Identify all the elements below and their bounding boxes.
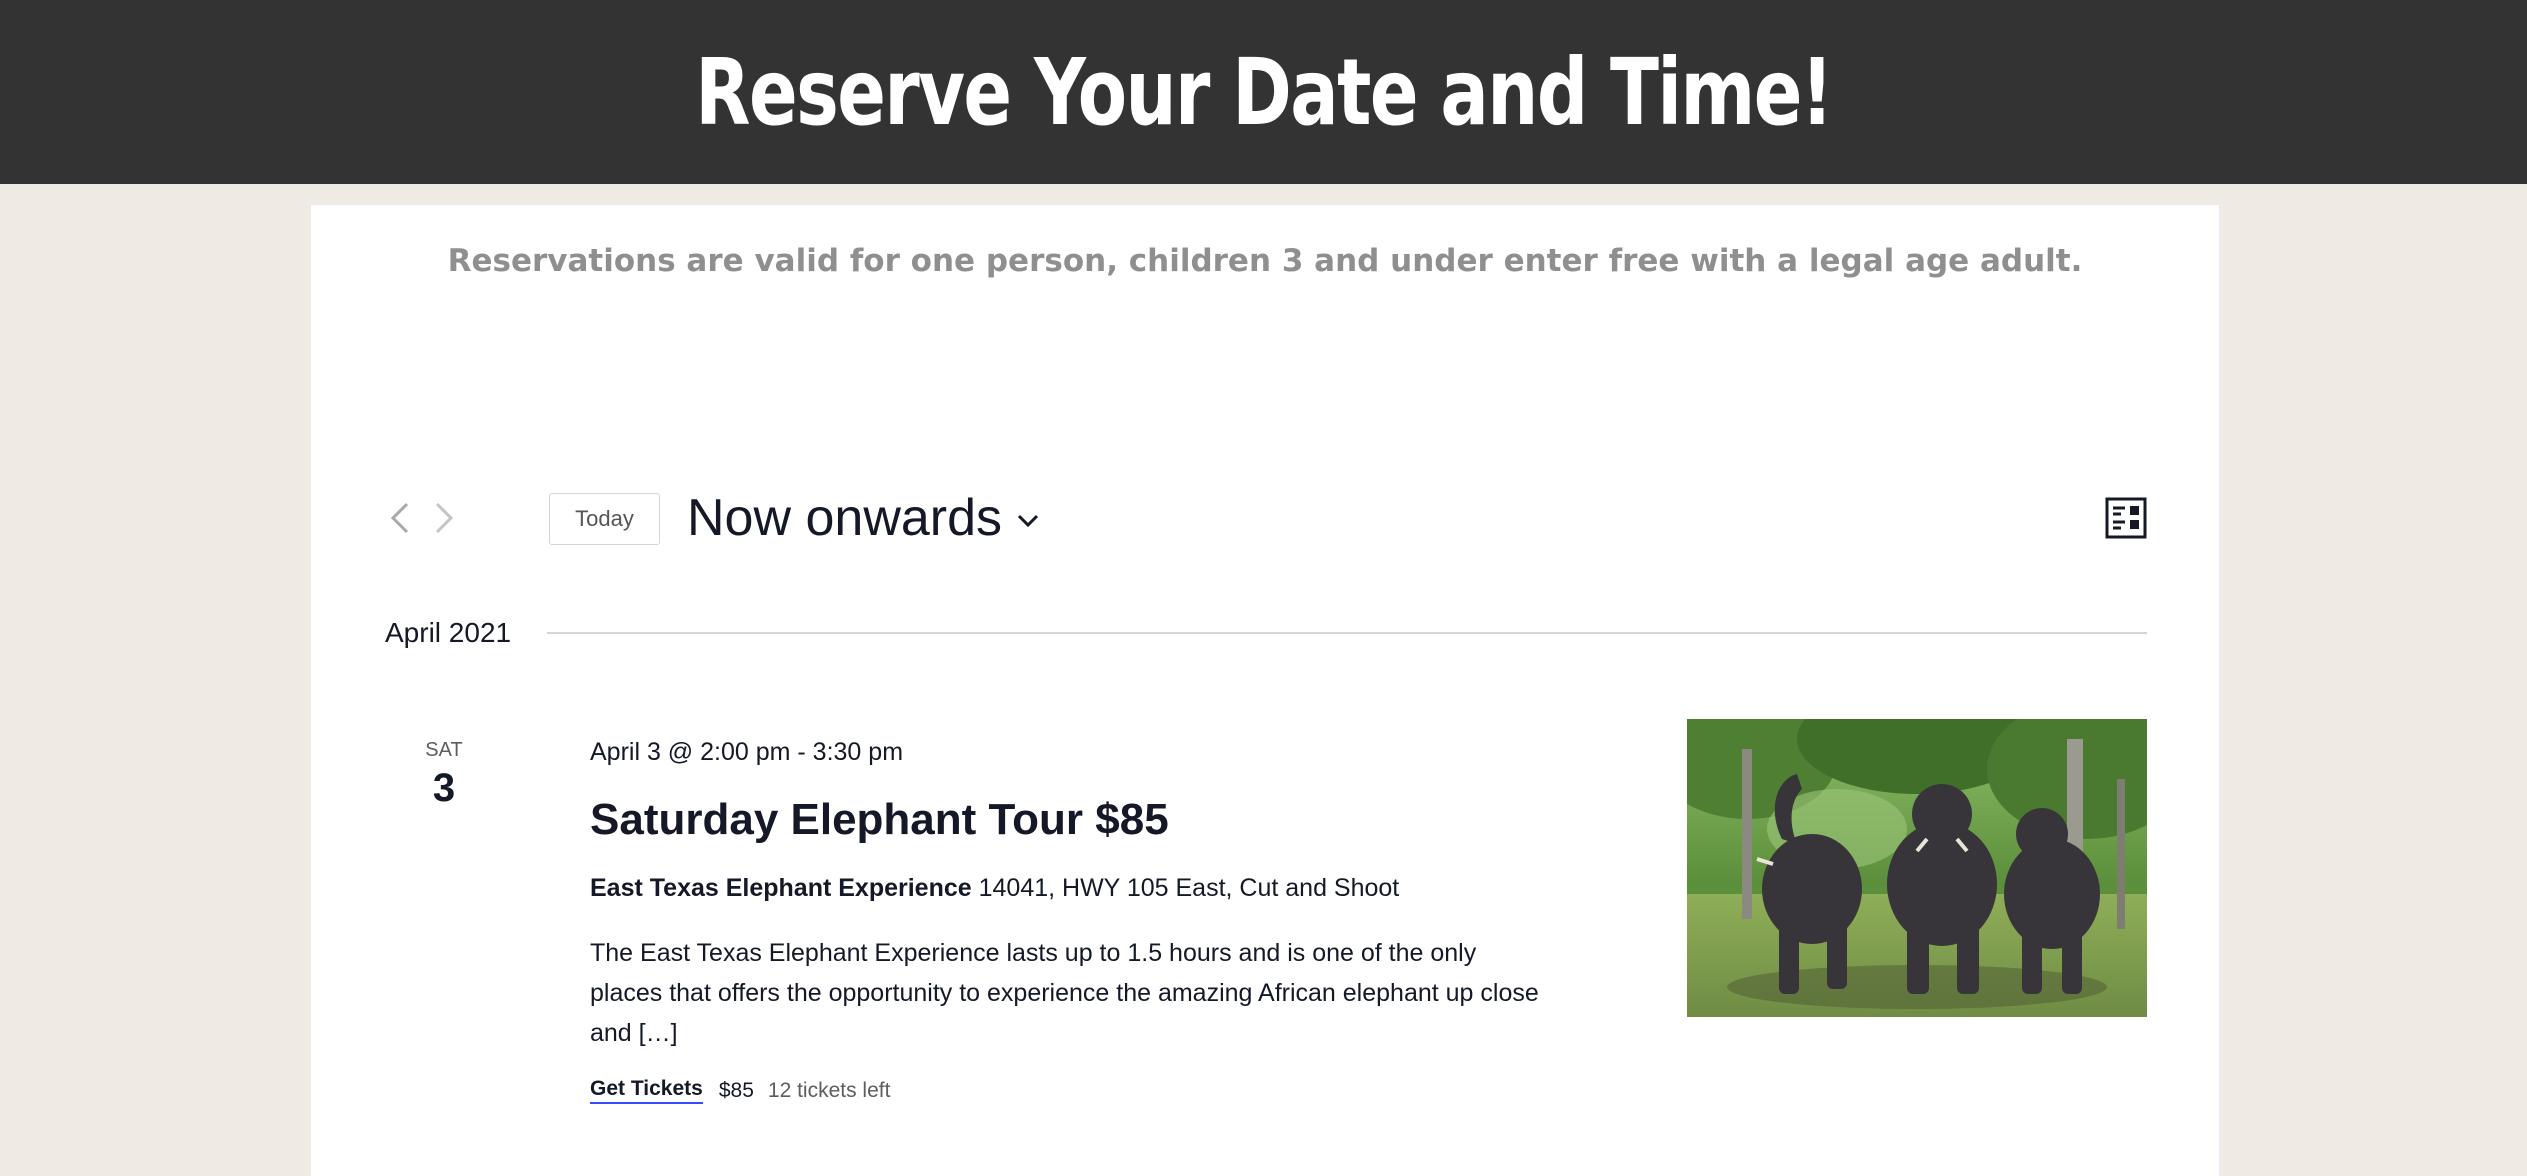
event-featured-image[interactable] xyxy=(1687,719,2147,1017)
event-day: 3 xyxy=(432,766,456,810)
event-date-tag: Sat 3 xyxy=(385,739,503,811)
calendar-toolbar: Today Now onwards xyxy=(383,485,2147,551)
events-card: Reservations are valid for one person, c… xyxy=(311,205,2219,1176)
event-details: April 3 @ 2:00 pm - 3:30 pm Saturday Ele… xyxy=(590,735,1550,1104)
page-title: Reserve Your Date and Time! xyxy=(695,38,1833,146)
month-divider xyxy=(547,632,2147,634)
page-header: Reserve Your Date and Time! xyxy=(0,0,2527,184)
today-button[interactable]: Today xyxy=(549,493,660,545)
ticket-price: $85 xyxy=(718,1078,754,1102)
event-datetime: April 3 @ 2:00 pm - 3:30 pm xyxy=(590,738,904,766)
get-tickets-link[interactable]: Get Tickets xyxy=(590,1077,703,1104)
view-selector-button[interactable] xyxy=(2105,497,2147,539)
tickets-remaining: 12 tickets left xyxy=(767,1078,891,1102)
date-range-label: Now onwards xyxy=(687,489,1003,547)
venue-name: East Texas Elephant Experience xyxy=(590,874,972,902)
previous-button[interactable] xyxy=(383,501,417,535)
elephants-photo xyxy=(1687,719,2147,1017)
event-weekday: Sat xyxy=(425,739,463,761)
chevron-left-icon xyxy=(390,502,409,534)
date-range-picker[interactable]: Now onwards xyxy=(687,485,1040,551)
month-label: April 2021 xyxy=(385,617,512,648)
event-description: The East Texas Elephant Experience lasts… xyxy=(590,939,1539,1047)
event-tickets: Get Tickets $85 12 tickets left xyxy=(590,1077,1550,1104)
month-separator: April 2021 xyxy=(385,613,2147,653)
event-title-link[interactable]: Saturday Elephant Tour $85 xyxy=(590,793,1550,847)
chevron-right-icon xyxy=(435,502,454,534)
event-item: Sat 3 April 3 @ 2:00 pm - 3:30 pm Saturd… xyxy=(385,719,2147,1139)
reservation-notice: Reservations are valid for one person, c… xyxy=(447,243,2083,279)
chevron-down-icon xyxy=(1017,514,1039,528)
venue-address: 14041, HWY 105 East, Cut and Shoot xyxy=(971,874,1400,902)
event-venue: East Texas Elephant Experience 14041, HW… xyxy=(590,871,1550,905)
list-view-icon xyxy=(2105,497,2147,539)
next-button[interactable] xyxy=(427,501,461,535)
